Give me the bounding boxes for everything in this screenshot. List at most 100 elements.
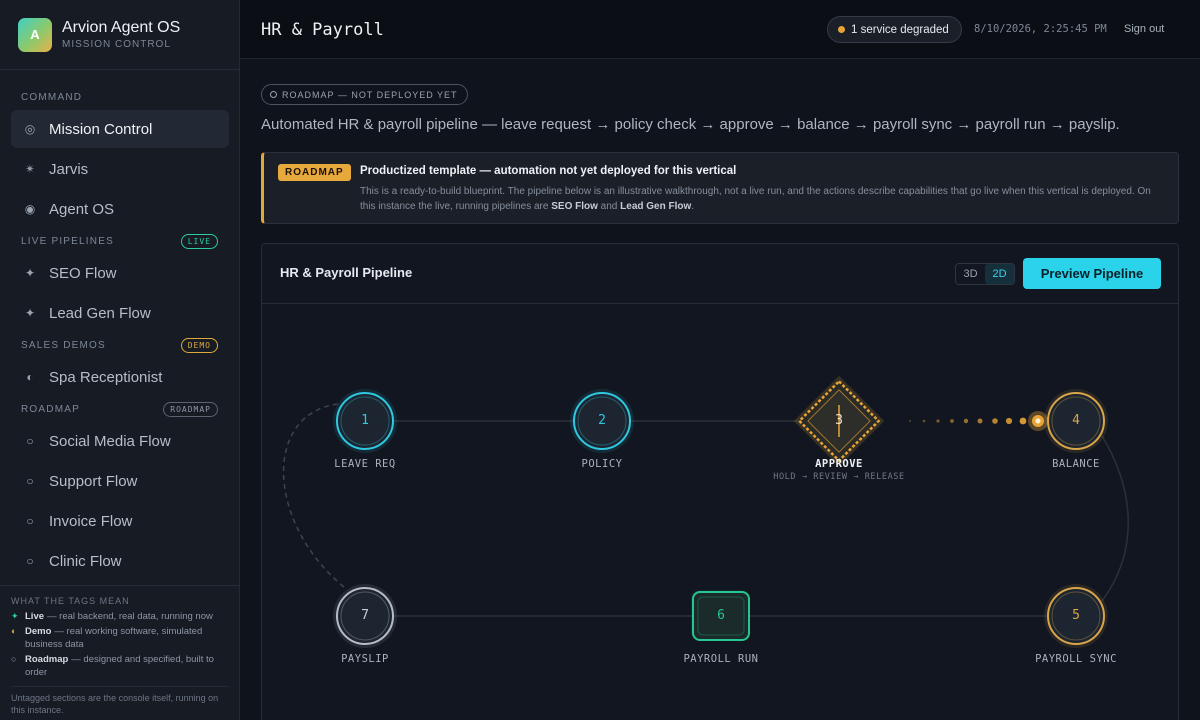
flow-dot [1005,417,1013,425]
view-toggle: 3D 2D [955,263,1015,285]
status-dot-icon [838,26,845,33]
page-description: Automated HR & payroll pipeline — leave … [261,116,1120,133]
sidebar-item-support-flow[interactable]: ○ Support Flow [11,462,229,500]
node-label: BALANCE [1052,458,1100,470]
banner-body: This is a ready-to-build blueprint. The … [360,184,1160,214]
node-number: 1 [361,413,369,428]
section-title: COMMAND [21,91,83,103]
sign-out-button[interactable]: Sign out [1124,23,1164,35]
nav-item-icon: ○ [26,514,34,528]
clock: 8/10/2026, 2:25:45 PM [974,23,1107,35]
legend-title: WHAT THE TAGS MEAN [11,596,130,606]
section-heading-3: ROADMAP ROADMAP [11,398,229,420]
nav-item-label: SEO Flow [49,264,117,282]
flow-dot [936,419,940,423]
section-title: SALES DEMOS [21,339,106,351]
banner-tag: ROADMAP [278,164,351,181]
roadmap-chip: ROADMAP — NOT DEPLOYED YET [261,84,468,105]
sidebar-nav: COMMAND ◎ Mission Control ✴ Jarvis ◉ Agent OS L… [0,70,240,585]
brand-subtitle: MISSION CONTROL [62,39,171,50]
status-text: 1 service degraded [851,23,949,36]
nav-item-label: Agent OS [49,200,115,218]
ring-icon: ○ [11,654,17,664]
node-number: 7 [361,608,369,623]
node-label: PAYSLIP [341,653,389,665]
nav-item-label: Invoice Flow [49,512,133,530]
status-badge[interactable]: 1 service degraded [827,16,962,43]
nav-item-icon: ◉ [24,202,36,216]
node-number: 2 [598,413,606,428]
sidebar-item-invoice-flow[interactable]: ○ Invoice Flow [11,502,229,540]
flow-dot [950,419,954,423]
sidebar-item-agent-os[interactable]: ◉ Agent OS [11,190,229,228]
roadmap-chip-label: ROADMAP — NOT DEPLOYED YET [282,89,458,100]
topbar: HR & Payroll 1 service degraded 8/10/202… [240,0,1200,59]
nav-item-icon: ◎ [24,122,36,136]
nav-item-icon: ✴ [24,162,36,176]
nav-item-icon: ○ [26,554,34,568]
legend-demo-term: Demo [25,626,52,637]
node-number: 6 [717,608,725,623]
legend-roadmap: ○ Roadmap — designed and specified, built… [11,653,229,679]
sidebar-item-mission-control[interactable]: ◎ Mission Control [11,110,229,148]
nav-item-label: Lead Gen Flow [49,304,151,322]
pipeline-title: HR & Payroll Pipeline [280,265,413,280]
sidebar-item-lead-gen-flow[interactable]: ✦ Lead Gen Flow [11,294,229,332]
banner-text-2: and [597,201,621,212]
preview-pipeline-button[interactable]: Preview Pipeline [1023,258,1161,289]
sidebar-item-jarvis[interactable]: ✴ Jarvis [11,150,229,188]
nav-item-label: Clinic Flow [49,552,122,570]
legend-roadmap-term: Roadmap [25,654,69,665]
flow-dot [1019,417,1027,425]
ring-icon [270,91,277,98]
nav-item-label: Support Flow [49,472,138,490]
lead-gen-flow-link[interactable]: Lead Gen Flow [620,201,691,212]
brand-title: Arvion Agent OS [62,19,181,36]
flow-dot [977,418,983,424]
section-heading-2: SALES DEMOS DEMO [11,334,229,356]
nav-item-icon: ✦ [24,266,36,280]
pipeline-panel: HR & Payroll Pipeline 3D 2D Preview Pipe… [261,243,1179,720]
banner-text-3: . [691,201,695,212]
nav-item-icon: ○ [26,474,34,488]
section-heading-0: COMMAND [11,86,229,108]
flow-dot [922,419,926,423]
node-number: 5 [1072,608,1080,623]
sidebar-item-clinic-flow[interactable]: ○ Clinic Flow [11,542,229,580]
banner-title: Productized template — automation not ye… [360,165,737,177]
node-label: APPROVE [815,458,863,470]
node-label: PAYROLL SYNC [1035,653,1117,665]
main-content: ROADMAP — NOT DEPLOYED YET Automated HR … [240,60,1200,720]
legend-demo-desc: — real working software, simulated busin… [25,626,203,650]
section-heading-1: LIVE PIPELINES LIVE [11,230,229,252]
toggle-3d-button[interactable]: 3D [956,264,985,284]
seo-flow-link[interactable]: SEO Flow [551,201,598,212]
legend-live-term: Live [25,611,45,622]
sidebar: A Arvion Agent OS MISSION CONTROL COMMAN… [0,0,240,720]
flow-dot [963,418,969,424]
legend-live-desc: — real backend, real data, running now [47,611,213,622]
tag-legend: WHAT THE TAGS MEAN ✦ Live — real backend,… [0,585,240,720]
section-title: LIVE PIPELINES [21,235,114,247]
banner-text-1: This is a ready-to-build blueprint. The … [360,186,1151,212]
section-tag: ROADMAP [163,401,218,417]
section-tag: DEMO [180,337,218,353]
node-sublabel: HOLD → REVIEW → RELEASE [773,472,905,482]
node-label: POLICY [581,458,623,470]
sidebar-item-spa-receptionist[interactable]: ◐ Spa Receptionist [11,358,229,396]
legend-demo: ◐ Demo — real working software, simulated… [11,625,229,651]
nav-item-icon: ○ [26,434,34,448]
toggle-2d-button[interactable]: 2D [985,264,1014,284]
section-title: ROADMAP [21,403,80,415]
nav-item-label: Social Media Flow [49,432,171,450]
nav-item-icon: ◐ [26,370,34,384]
nav-item-label: Mission Control [49,120,153,138]
sidebar-item-social-media-flow[interactable]: ○ Social Media Flow [11,422,229,460]
roadmap-banner: ROADMAP Productized template — automatio… [261,152,1179,224]
flow-dot [992,418,998,424]
nav-item-label: Jarvis [49,160,89,178]
node-number: 4 [1072,413,1080,428]
sidebar-item-seo-flow[interactable]: ✦ SEO Flow [11,254,229,292]
brand[interactable]: A Arvion Agent OS MISSION CONTROL [0,0,239,70]
legend-live: ✦ Live — real backend, real data, running… [11,610,229,623]
